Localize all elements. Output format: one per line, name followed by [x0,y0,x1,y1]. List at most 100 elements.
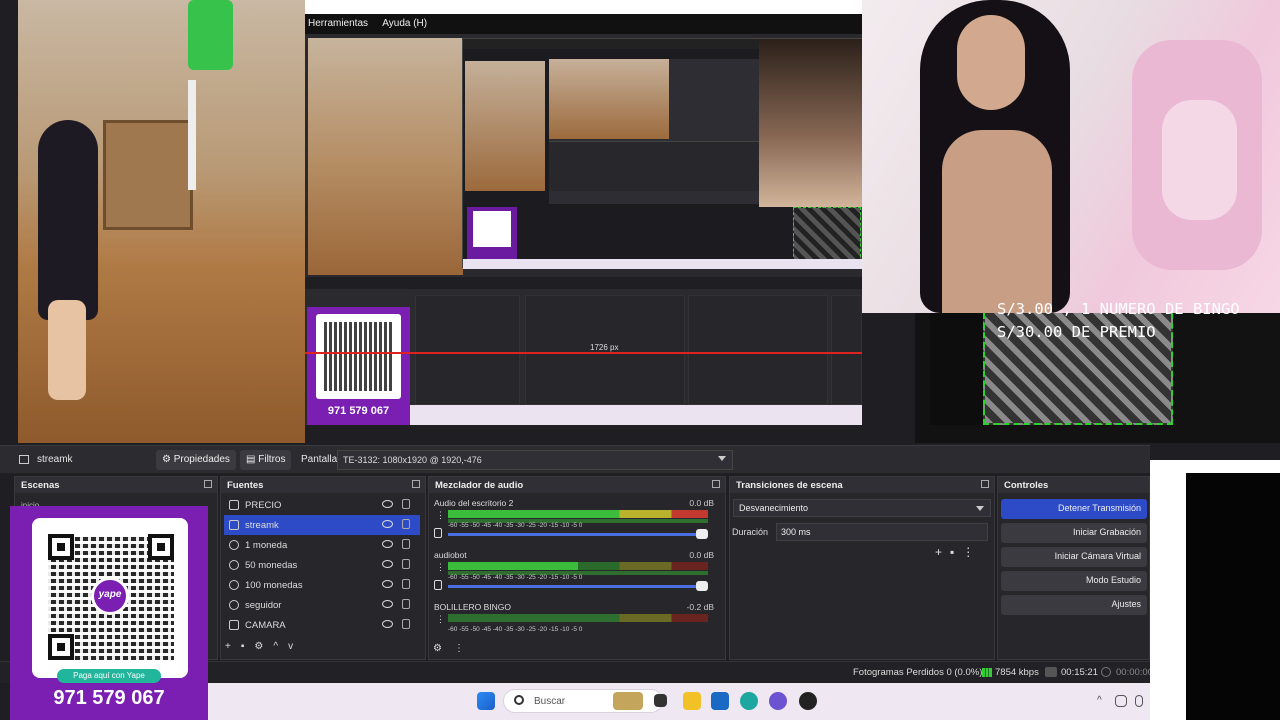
scenes-title-label: Escenas [21,480,60,491]
green-bag [188,0,233,70]
source-label: streamk [245,520,279,531]
nested-screen-capture: Herramientas Ayuda (H) 971 579 067 1726 … [305,0,862,425]
windows-taskbar: Buscar ^ [207,683,1150,720]
stop-stream-button[interactable]: Detener Transmisión [1001,499,1147,519]
lock-icon[interactable] [402,599,410,609]
menu-ayuda: Ayuda (H) [382,18,428,29]
speaker-icon[interactable] [434,580,442,590]
chevron-down-icon[interactable]: v [288,641,303,652]
screen-select[interactable]: TE-3132: 1080x1920 @ 1920,-476 [337,450,733,470]
source-row-100-monedas[interactable]: 100 monedas [224,575,420,595]
kebab-icon[interactable]: ⋮ [436,614,445,625]
filters-button[interactable]: ▤ Filtros [240,450,292,470]
mixer-title-label: Mezclador de audio [435,480,524,491]
scenes-title: Escenas [15,477,217,493]
eye-icon[interactable] [382,560,393,568]
volume-knob[interactable] [696,529,708,539]
volume-slider[interactable] [448,533,708,536]
signal-icon [982,668,992,677]
kebab-icon[interactable]: ⋮ [436,510,445,521]
edge-icon[interactable] [740,692,758,710]
chevron-up-icon[interactable]: ^ [273,641,288,652]
task-view-icon[interactable] [654,694,667,707]
channel-db: -0.2 dB [686,602,714,612]
speaker-icon[interactable] [434,528,442,538]
transition-actions: +▪⋮ [935,545,982,559]
stream-time: 00:15:21 [1061,667,1098,678]
transition-select-value: Desvanecimiento [739,503,809,513]
eye-icon[interactable] [382,520,393,528]
inner-obs-room [549,59,669,139]
add-icon[interactable]: + [935,545,950,559]
qr-finder [48,634,74,660]
audio-mixer-dock: Mezclador de audio Audio del escritorio … [428,476,726,660]
popout-icon[interactable] [712,480,720,488]
source-row-precio[interactable]: PRECIO [224,495,420,515]
controls-title-label: Controles [1004,480,1049,491]
eye-icon[interactable] [382,580,393,588]
yape-qr-card: yape Paga aquí con Yape 971 579 067 [10,506,208,720]
virtual-camera-button[interactable]: Iniciar Cámara Virtual [1001,547,1147,567]
transition-select[interactable]: Desvanecimiento [733,499,991,517]
properties-button[interactable]: ⚙ Propiedades [156,450,236,470]
streamer-face [957,15,1025,110]
chevron-up-icon[interactable]: ^ [1097,695,1102,706]
bingo-overlay: S/3.00 , 1 NUMERO DE BINGO S/30.00 DE PRE… [997,298,1240,344]
chevron-down-icon [976,506,984,511]
kebab-icon[interactable]: ⋮ [962,545,982,559]
tray-icon[interactable] [1115,695,1127,707]
selected-source-name: streamk [37,454,73,465]
gear-icon[interactable]: ⚙ [254,641,273,652]
popout-icon[interactable] [204,480,212,488]
windows-start-icon[interactable] [477,692,495,710]
eye-icon[interactable] [382,500,393,508]
duration-input[interactable]: 300 ms [776,523,988,541]
outlook-icon[interactable] [711,692,729,710]
lock-icon[interactable] [402,499,410,509]
lock-icon[interactable] [402,619,410,629]
lock-icon[interactable] [402,539,410,549]
eye-icon[interactable] [382,600,393,608]
lock-icon[interactable] [402,519,410,529]
eye-icon[interactable] [382,620,393,628]
inner-room-feed [465,61,545,191]
screen-label: Pantalla [301,454,338,465]
add-icon[interactable]: + [225,641,241,652]
record-time: 00:00:00 [1116,667,1153,678]
person-legs [48,300,86,400]
kebab-icon[interactable]: ⋮ [454,643,476,654]
source-row-streamk[interactable]: streamk [224,515,420,535]
source-row-camara[interactable]: CAMARA [224,615,420,635]
volume-knob[interactable] [696,581,708,591]
eye-icon[interactable] [382,540,393,548]
lock-icon[interactable] [402,579,410,589]
volume-slider[interactable] [448,585,708,588]
trash-icon[interactable]: ▪ [950,545,962,559]
popout-icon[interactable] [412,480,420,488]
widgets-icon[interactable] [613,692,643,710]
sources-dock: Fuentes PRECIO streamk 1 moneda 50 moned… [220,476,426,660]
settings-button[interactable]: Ajustes [1001,595,1147,615]
sources-footer: +▪⚙^v [225,641,303,652]
source-row-seguidor[interactable]: seguidor [224,595,420,615]
app-icon[interactable] [769,692,787,710]
gear-icon[interactable]: ⚙ [433,643,454,654]
trash-icon[interactable]: ▪ [241,641,255,652]
lock-icon[interactable] [402,559,410,569]
nested-inner-capture [462,38,862,269]
popout-icon[interactable] [981,480,989,488]
green-text-column [930,313,985,425]
chevron-down-icon [718,456,726,461]
camera-feed-room [18,0,305,443]
source-toolbar: streamk ⚙ Propiedades ▤ Filtros Pantalla… [0,445,1150,473]
file-explorer-icon[interactable] [683,692,701,710]
start-recording-button[interactable]: Iniciar Grabación [1001,523,1147,543]
obs-icon[interactable] [799,692,817,710]
source-row-50-monedas[interactable]: 50 monedas [224,555,420,575]
person-figure [38,120,98,320]
microphone-icon[interactable] [1135,695,1143,707]
kebab-icon[interactable]: ⋮ [436,562,445,573]
studio-mode-button[interactable]: Modo Estudio [1001,571,1147,591]
bingo-line-2: S/30.00 DE PREMIO [997,323,1156,341]
source-row-1-moneda[interactable]: 1 moneda [224,535,420,555]
